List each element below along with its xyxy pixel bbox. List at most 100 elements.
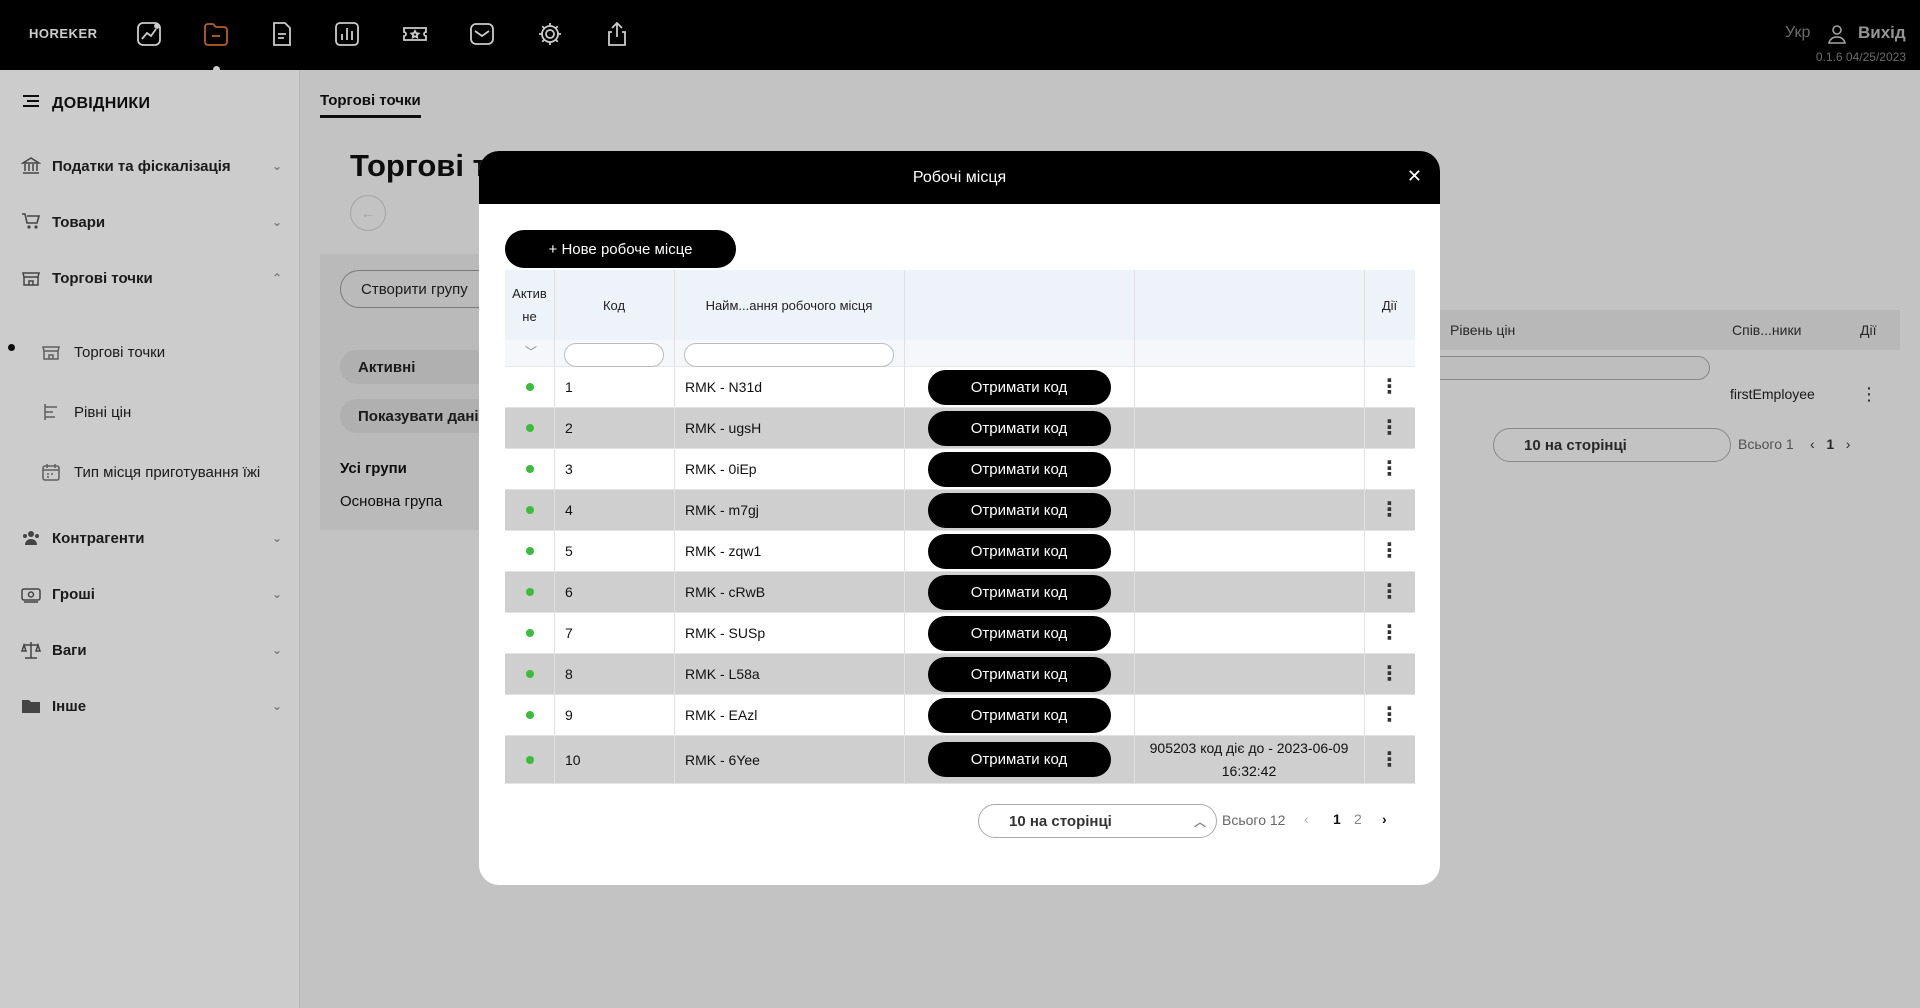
table-row[interactable]: 2 RMK - ugsH Отримати код ⋮ <box>505 408 1415 449</box>
table-row[interactable]: 1 RMK - N31d Отримати код ⋮ <box>505 367 1415 408</box>
filter-row: ﹀ <box>505 340 1415 367</box>
modal-header: Робочі місця ✕ <box>479 151 1440 204</box>
code-cell: 1 <box>565 379 573 395</box>
more-vertical-icon[interactable]: ⋮ <box>1380 377 1400 397</box>
get-code-button[interactable]: Отримати код <box>927 410 1111 446</box>
name-filter-input[interactable] <box>684 343 894 367</box>
more-vertical-icon[interactable]: ⋮ <box>1380 664 1400 684</box>
get-code-cell: Отримати код <box>904 736 1134 783</box>
row-actions-cell: ⋮ <box>1364 654 1415 694</box>
next-page-button[interactable]: › <box>1382 811 1387 827</box>
row-actions-cell: ⋮ <box>1364 613 1415 653</box>
get-code-button[interactable]: Отримати код <box>927 451 1111 487</box>
get-code-button[interactable]: Отримати код <box>927 574 1111 610</box>
page-1-button[interactable]: 1 <box>1333 811 1341 827</box>
more-vertical-icon[interactable]: ⋮ <box>1380 541 1400 561</box>
workplaces-table: Активне Код Найм...ання робочого місця Д… <box>505 270 1415 784</box>
table-row[interactable]: 5 RMK - zqw1 Отримати код ⋮ <box>505 531 1415 572</box>
table-row[interactable]: 7 RMK - SUSp Отримати код ⋮ <box>505 613 1415 654</box>
active-status-dot <box>525 547 534 555</box>
active-status-dot <box>525 588 534 596</box>
get-code-button[interactable]: Отримати код <box>927 533 1111 569</box>
active-status-dot <box>525 755 534 764</box>
more-vertical-icon[interactable]: ⋮ <box>1380 705 1400 725</box>
get-code-cell: Отримати код <box>904 490 1134 530</box>
get-code-cell: Отримати код <box>904 572 1134 612</box>
close-icon[interactable]: ✕ <box>1407 166 1422 187</box>
row-actions-cell: ⋮ <box>1364 367 1415 407</box>
get-code-button[interactable]: Отримати код <box>927 615 1111 651</box>
code-note-cell <box>1134 408 1364 448</box>
name-cell: RMK - m7gj <box>685 502 759 518</box>
more-vertical-icon[interactable]: ⋮ <box>1380 459 1400 479</box>
code-note-cell <box>1134 613 1364 653</box>
more-vertical-icon[interactable]: ⋮ <box>1380 750 1400 770</box>
active-status-cell <box>505 408 554 448</box>
active-status-dot <box>525 629 534 637</box>
more-vertical-icon[interactable]: ⋮ <box>1380 623 1400 643</box>
add-workplace-button[interactable]: + Нове робоче місце <box>505 230 736 268</box>
code-note-cell <box>1134 695 1364 735</box>
table-row[interactable]: 9 RMK - EAzl Отримати код ⋮ <box>505 695 1415 736</box>
more-vertical-icon[interactable]: ⋮ <box>1380 418 1400 438</box>
code-note-cell <box>1134 531 1364 571</box>
name-cell: RMK - 6Yee <box>685 751 760 768</box>
modal-title: Робочі місця <box>912 168 1007 186</box>
column-header-code[interactable]: Код <box>554 270 674 340</box>
code-cell: 7 <box>565 625 573 641</box>
prev-page-button[interactable]: ‹ <box>1304 811 1309 827</box>
code-note-cell <box>1134 572 1364 612</box>
table-row[interactable]: 3 RMK - 0iEp Отримати код ⋮ <box>505 449 1415 490</box>
get-code-button[interactable]: Отримати код <box>927 742 1111 777</box>
get-code-cell: Отримати код <box>904 531 1134 571</box>
table-row[interactable]: 10 RMK - 6Yee Отримати код 905203 код діє д… <box>505 736 1415 784</box>
active-status-cell <box>505 613 554 653</box>
code-note-cell <box>1134 654 1364 694</box>
name-cell: RMK - cRwB <box>685 584 766 600</box>
code-cell: 5 <box>565 543 573 559</box>
per-page-select[interactable]: 10 на сторінці ︿ <box>978 804 1217 838</box>
table-row[interactable]: 4 RMK - m7gj Отримати код ⋮ <box>505 490 1415 531</box>
column-header-name[interactable]: Найм...ання робочого місця <box>674 270 904 340</box>
more-vertical-icon[interactable]: ⋮ <box>1380 500 1400 520</box>
get-code-cell: Отримати код <box>904 695 1134 735</box>
get-code-cell: Отримати код <box>904 408 1134 448</box>
code-cell: 9 <box>565 707 573 723</box>
code-cell: 4 <box>565 502 573 518</box>
active-status-cell <box>505 572 554 612</box>
get-code-button[interactable]: Отримати код <box>927 369 1111 405</box>
chevron-down-icon[interactable]: ﹀ <box>525 343 537 360</box>
column-header-actions: Дії <box>1381 297 1398 313</box>
table-row[interactable]: 8 RMK - L58a Отримати код ⋮ <box>505 654 1415 695</box>
more-vertical-icon[interactable]: ⋮ <box>1380 582 1400 602</box>
workplaces-modal: Робочі місця ✕ + Нове робоче місце Актив… <box>479 151 1440 885</box>
active-status-cell <box>505 449 554 489</box>
table-header: Активне Код Найм...ання робочого місця Д… <box>505 270 1415 340</box>
code-filter-input[interactable] <box>564 343 664 367</box>
code-cell: 8 <box>565 666 573 682</box>
code-cell: 3 <box>565 461 573 477</box>
active-status-cell <box>505 654 554 694</box>
get-code-button[interactable]: Отримати код <box>927 697 1111 733</box>
name-cell: RMK - N31d <box>685 379 763 395</box>
name-cell: RMK - L58a <box>685 666 760 682</box>
active-status-cell <box>505 695 554 735</box>
active-status-cell <box>505 531 554 571</box>
get-code-button[interactable]: Отримати код <box>927 656 1111 692</box>
table-row[interactable]: 6 RMK - cRwB Отримати код ⋮ <box>505 572 1415 613</box>
row-actions-cell: ⋮ <box>1364 449 1415 489</box>
code-note-cell: 905203 код діє до - 2023-06-09 16:32:42 <box>1134 736 1364 783</box>
get-code-button[interactable]: Отримати код <box>927 492 1111 528</box>
name-cell: RMK - zqw1 <box>685 543 762 559</box>
row-actions-cell: ⋮ <box>1364 408 1415 448</box>
code-note-cell <box>1134 367 1364 407</box>
row-actions-cell: ⋮ <box>1364 572 1415 612</box>
code-cell: 6 <box>565 584 573 600</box>
name-cell: RMK - EAzl <box>685 707 758 723</box>
active-status-dot <box>525 465 534 473</box>
per-page-label: 10 на сторінці <box>1009 812 1112 830</box>
code-note-cell <box>1134 449 1364 489</box>
code-cell: 2 <box>565 420 573 436</box>
page-2-button[interactable]: 2 <box>1354 811 1362 827</box>
active-status-cell <box>505 490 554 530</box>
